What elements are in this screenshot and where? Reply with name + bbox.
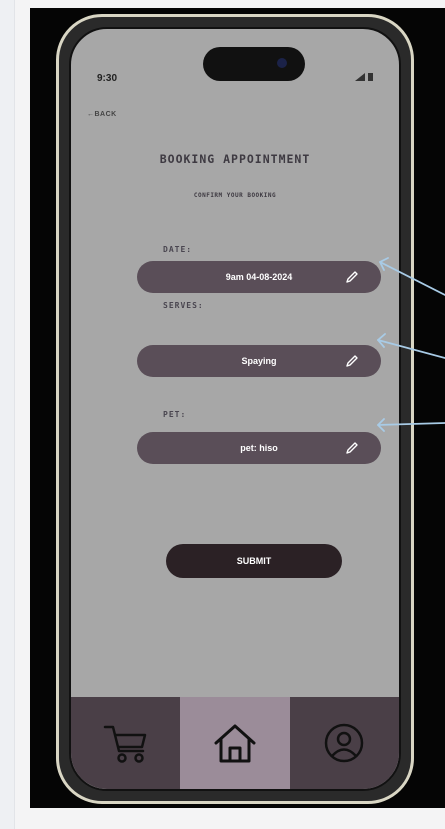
battery-icon <box>368 73 373 81</box>
profile-icon <box>325 723 364 763</box>
submit-button[interactable]: SUBMIT <box>166 544 342 578</box>
tab-profile[interactable] <box>290 697 399 789</box>
phone-frame: 9:30 ←BACK BOOKING APPOINTMENT CONFIRM Y… <box>56 14 414 804</box>
cart-icon <box>103 725 146 763</box>
tab-home[interactable] <box>180 697 290 789</box>
page-title: BOOKING APPOINTMENT <box>159 152 311 166</box>
date-field[interactable]: 9am 04-08-2024 <box>137 261 381 293</box>
date-value: 9am 04-08-2024 <box>225 272 293 282</box>
serves-value: Spaying <box>241 356 277 366</box>
phone-screen: 9:30 ←BACK BOOKING APPOINTMENT CONFIRM Y… <box>69 27 401 791</box>
annotation-arrows <box>377 257 445 432</box>
back-button[interactable]: ←BACK <box>87 111 117 118</box>
dynamic-island <box>203 47 305 81</box>
pencil-icon[interactable] <box>345 270 359 284</box>
pencil-icon[interactable] <box>345 441 359 455</box>
left-panel-strip <box>0 0 15 829</box>
pet-label: PET: <box>163 410 187 419</box>
status-time: 9:30 <box>97 73 118 84</box>
signal-icon <box>355 73 365 81</box>
home-icon <box>214 724 256 763</box>
pet-value: pet: hiso <box>240 443 278 453</box>
tab-cart[interactable] <box>71 697 180 789</box>
pet-field[interactable]: pet: hiso <box>137 432 381 464</box>
date-label: DATE: <box>163 245 193 254</box>
pencil-icon[interactable] <box>345 354 359 368</box>
status-indicators <box>355 73 373 81</box>
serves-field[interactable]: Spaying <box>137 345 381 377</box>
bottom-tab-bar <box>71 697 399 789</box>
serves-label: SERVES: <box>163 301 204 310</box>
page-subtitle: CONFIRM YOUR BOOKING <box>193 192 277 199</box>
camera-icon <box>277 58 287 68</box>
